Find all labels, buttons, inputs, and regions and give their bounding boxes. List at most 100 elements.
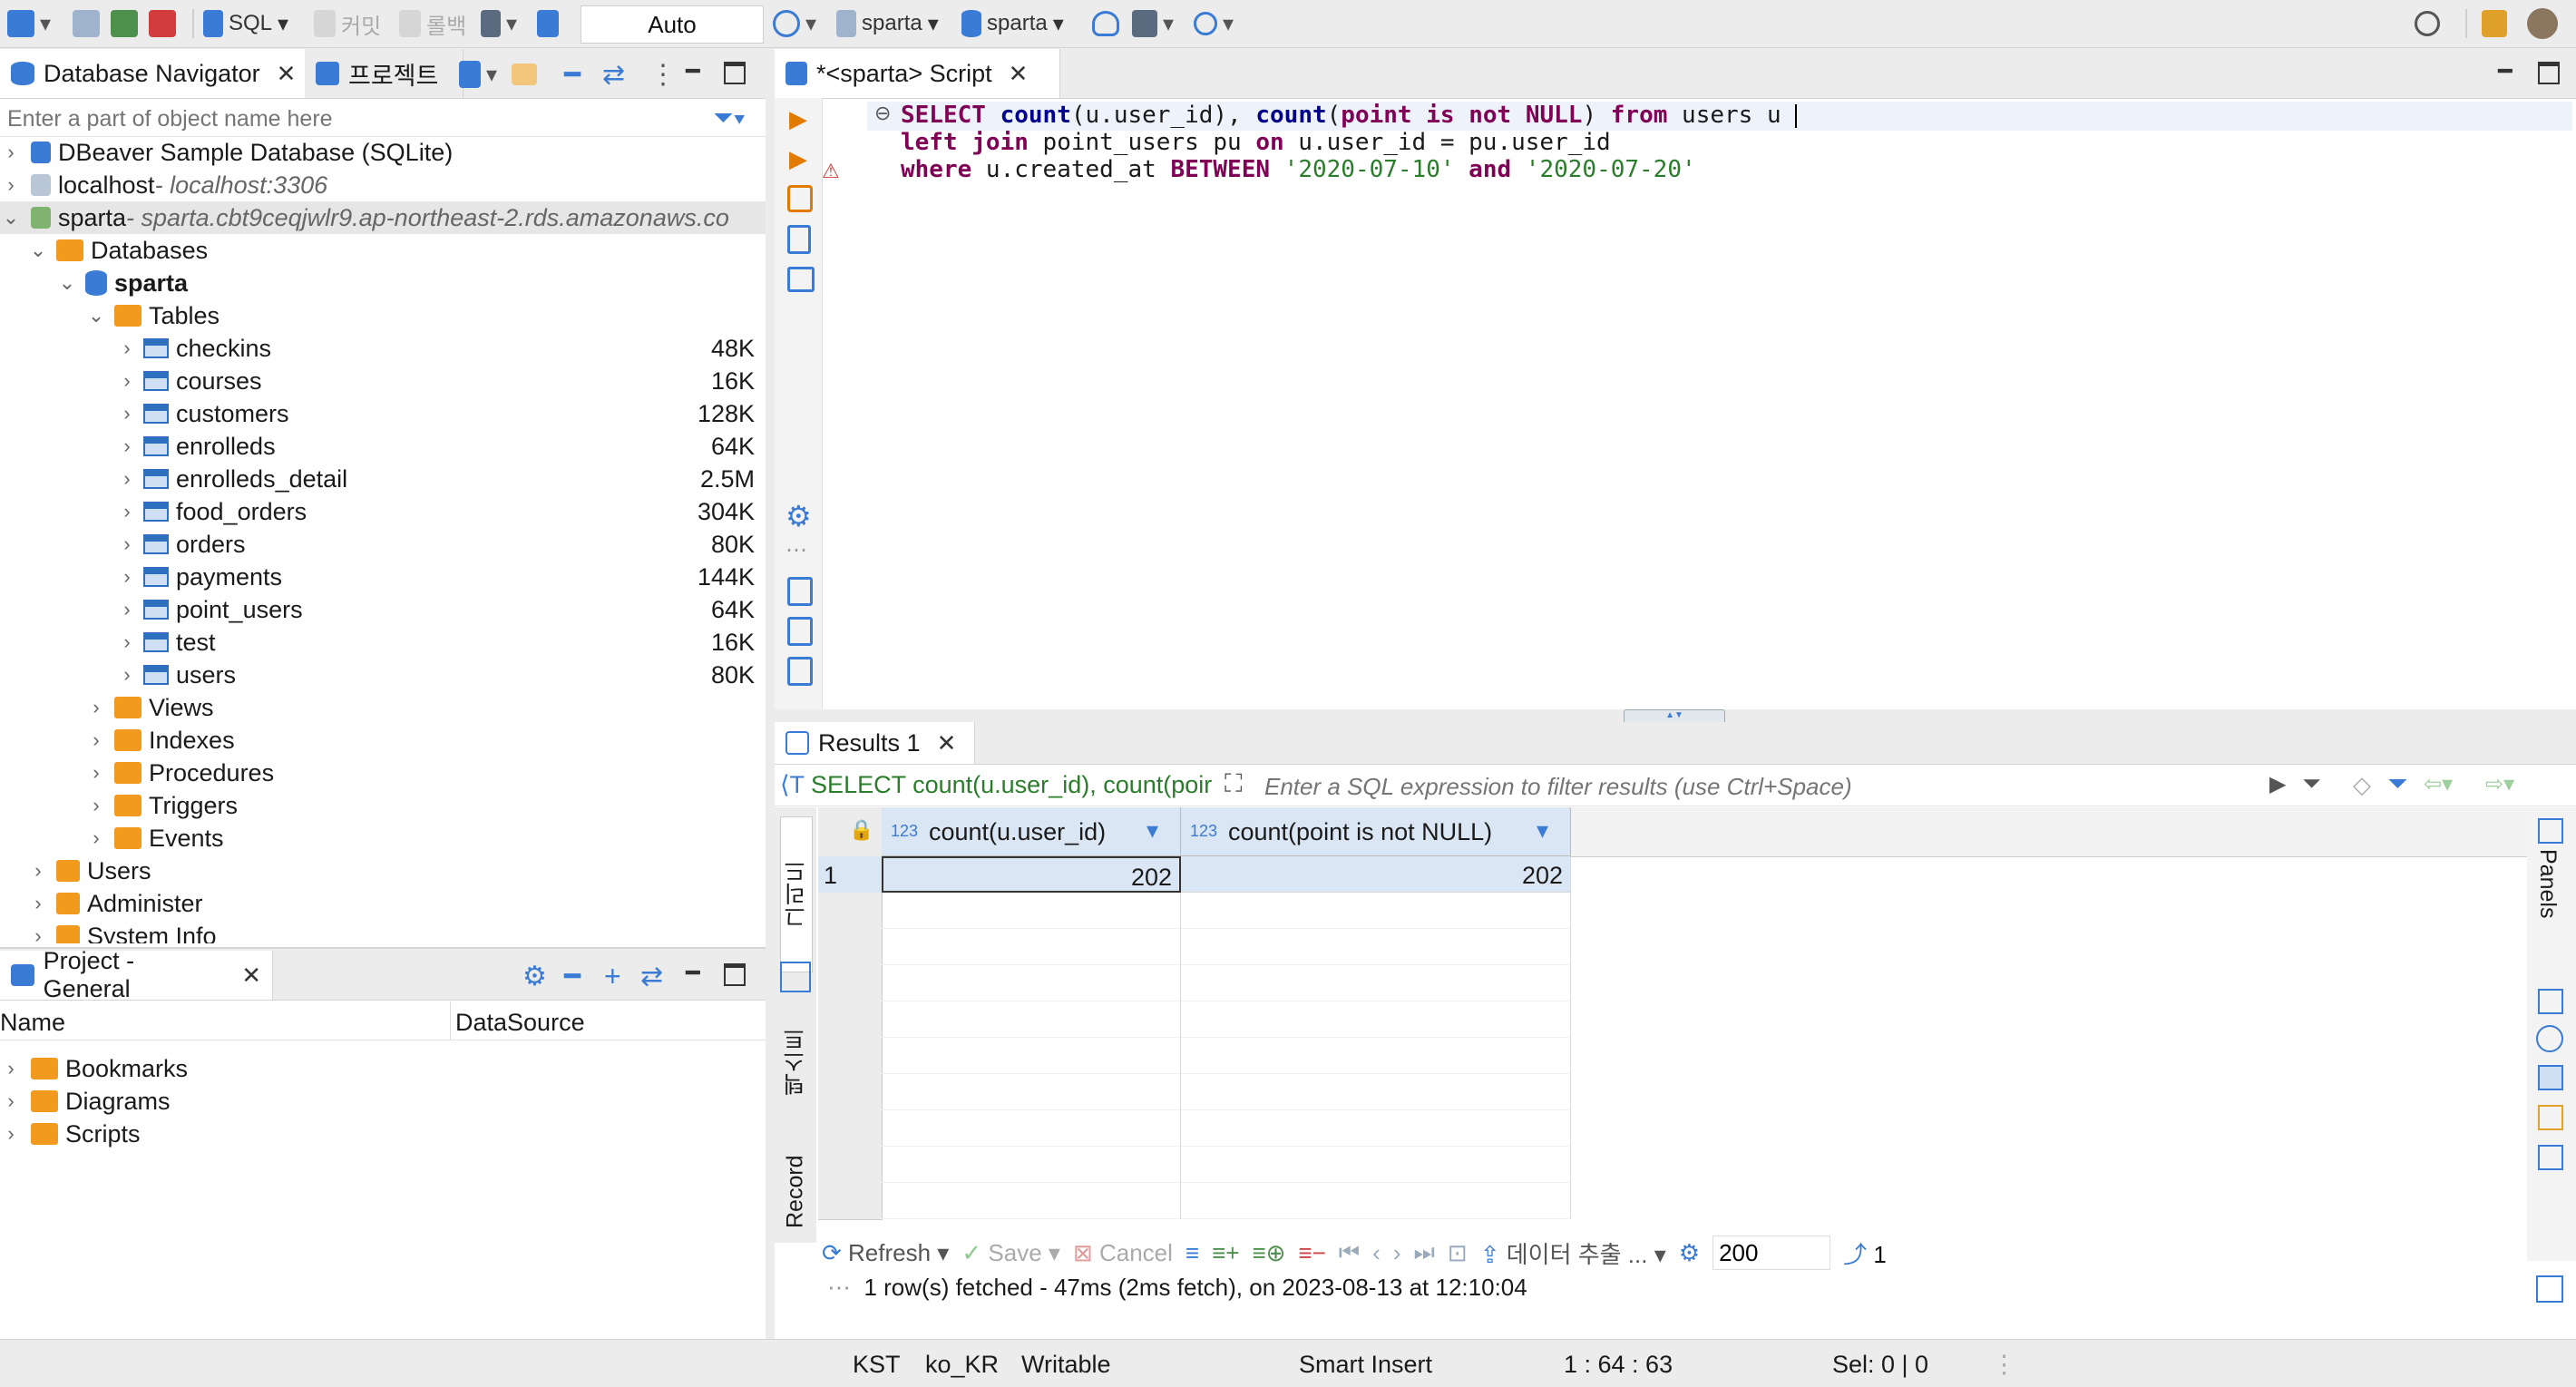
value-viewer-icon[interactable] [2538, 989, 2563, 1014]
code-line-3[interactable]: where u.created_at BETWEEN '2020-07-10' … [901, 156, 1696, 183]
chevron-right-icon[interactable]: › [0, 173, 22, 197]
next-page-button[interactable]: › [1393, 1239, 1401, 1267]
close-icon[interactable]: ✕ [241, 962, 261, 990]
edit-row-button[interactable]: ≡ [1186, 1239, 1199, 1267]
tab-project-general[interactable]: Project - General ✕ [0, 947, 273, 1002]
apply-filter-icon[interactable]: ▶ [2269, 771, 2286, 797]
collapse-all-button[interactable]: ━ [564, 56, 581, 93]
forward-arrow-icon[interactable]: ⇨▾ [2485, 771, 2514, 797]
maximize-button[interactable] [2538, 54, 2560, 91]
chevron-down-icon[interactable]: ⌄ [56, 271, 78, 295]
grid-cell[interactable]: 202 [882, 856, 1181, 893]
column-header[interactable]: 123 count(u.user_id) ▾ [882, 807, 1181, 856]
references-icon[interactable] [2538, 1145, 2563, 1170]
layout-toggle-icon[interactable] [2536, 1275, 2563, 1303]
history-button[interactable]: ▾ [773, 5, 816, 42]
filter-icon[interactable]: ⏷▾ [713, 103, 746, 133]
results-filter-input[interactable] [1263, 771, 2119, 802]
calendar-icon[interactable] [2538, 1065, 2563, 1090]
row-number[interactable]: 1 [818, 856, 883, 894]
execute-in-new-tab-icon[interactable] [787, 185, 813, 212]
filter-history-icon[interactable]: ⏷ [2302, 769, 2321, 798]
dashboard-button[interactable] [1092, 5, 1119, 42]
terminal-icon[interactable] [787, 267, 815, 292]
tab-database-navigator[interactable]: Database Navigator ✕ [0, 49, 313, 98]
project-item[interactable]: › Diagrams [0, 1085, 170, 1118]
folder-node[interactable]: › Indexes [85, 724, 234, 757]
new-connection-button[interactable]: ▾ [7, 5, 51, 42]
prev-page-button[interactable]: ‹ [1372, 1239, 1381, 1267]
refresh-button[interactable]: ⟳ Refresh ▾ [822, 1239, 949, 1267]
tab-sql-script[interactable]: *<sparta> Script ✕ [775, 49, 1060, 98]
sql-editor-button[interactable]: SQL ▾ [203, 5, 288, 42]
chevron-right-icon[interactable]: › [116, 369, 138, 393]
chevron-right-icon[interactable]: › [27, 892, 49, 915]
chevron-right-icon[interactable]: › [116, 598, 138, 621]
project-item[interactable]: › Bookmarks [0, 1052, 188, 1085]
execute-script-icon[interactable]: ▶ [789, 145, 807, 173]
export-script-icon[interactable] [787, 577, 813, 606]
tree-node-connection[interactable]: › DBeaver Sample Database (SQLite) [0, 136, 453, 169]
chevron-right-icon[interactable]: › [85, 794, 107, 817]
disconnect-button[interactable] [149, 5, 176, 42]
close-icon[interactable]: ✕ [277, 60, 297, 88]
lock-button[interactable] [537, 5, 559, 42]
status-timezone[interactable]: KST [853, 1351, 901, 1379]
search-button[interactable]: ▾ [1194, 5, 1234, 42]
folder-node[interactable]: › Views [85, 691, 213, 724]
delete-script-icon[interactable] [787, 617, 813, 646]
chevron-right-icon[interactable]: › [116, 337, 138, 360]
query-preview[interactable]: ⟨T SELECT count(u.user_id), count(poir [780, 771, 1225, 799]
tab-projects[interactable]: 프로젝트 [305, 49, 463, 98]
first-page-button[interactable]: ⏮ [1339, 1238, 1360, 1267]
chevron-right-icon[interactable]: › [116, 663, 138, 687]
tree-node-schema[interactable]: ⌄ sparta [56, 267, 188, 299]
admin-node[interactable]: › Administer [27, 887, 202, 920]
chevron-right-icon[interactable]: › [0, 1089, 22, 1113]
status-insert-mode[interactable]: Smart Insert [1299, 1351, 1432, 1379]
variables-icon[interactable] [787, 657, 813, 686]
filter-icon[interactable]: ⏷ [2387, 769, 2407, 799]
chevron-right-icon[interactable]: › [0, 1122, 22, 1146]
row-count-button[interactable]: ⤴ 1 [1843, 1236, 1887, 1270]
transaction-mode-button[interactable]: ▾ [481, 5, 517, 42]
table-node[interactable]: › enrolleds 64K [116, 430, 766, 463]
folder-node[interactable]: › Triggers [85, 789, 238, 822]
chevron-right-icon[interactable]: › [0, 141, 22, 164]
view-menu-button[interactable]: ⋮ [649, 56, 677, 93]
minimize-button[interactable]: ━ [686, 53, 700, 89]
chevron-right-icon[interactable]: › [85, 826, 107, 850]
chevron-down-icon[interactable]: ⌄ [85, 304, 107, 327]
column-datasource-header[interactable]: DataSource [455, 1009, 585, 1037]
link-editor-button[interactable]: ⇄ [640, 958, 663, 994]
new-folder-button[interactable] [512, 56, 537, 93]
chevron-right-icon[interactable]: › [116, 630, 138, 654]
code-line-1[interactable]: SELECT count(u.user_id), count(point is … [901, 102, 1798, 129]
copy-row-button[interactable]: ≡⊕ [1252, 1239, 1285, 1267]
table-node[interactable]: › customers 128K [116, 397, 766, 430]
table-node[interactable]: › courses 16K [116, 365, 766, 397]
results-settings-button[interactable]: ⚙ [1679, 1239, 1700, 1267]
new-connection-button[interactable]: ▾ [459, 56, 497, 93]
chevron-right-icon[interactable]: › [116, 402, 138, 425]
active-connection-selector[interactable]: sparta ▾ [836, 5, 939, 42]
expand-button[interactable]: + [604, 958, 621, 994]
cancel-button[interactable]: ⊠ Cancel [1073, 1239, 1173, 1267]
code-line-2[interactable]: left join point_users pu on u.user_id = … [901, 129, 1611, 156]
status-selection[interactable]: Sel: 0 | 0 [1832, 1351, 1928, 1379]
navigator-filter-input[interactable] [5, 103, 698, 134]
chevron-right-icon[interactable]: › [85, 696, 107, 719]
metadata-icon[interactable] [2536, 1025, 2563, 1052]
column-divider[interactable] [450, 1001, 451, 1040]
table-node[interactable]: › food_orders 304K [116, 495, 766, 528]
chevron-right-icon[interactable]: › [27, 924, 49, 943]
grouping-icon[interactable] [2538, 1105, 2563, 1130]
maximize-button[interactable] [724, 54, 746, 91]
chevron-right-icon[interactable]: › [116, 467, 138, 491]
transaction-mode-field[interactable]: Auto [581, 5, 764, 44]
admin-node[interactable]: › Users [27, 855, 151, 887]
sort-dropdown-icon[interactable]: ▾ [1147, 816, 1158, 845]
tree-node-connection-selected[interactable]: ⌄ sparta - sparta.cbt9ceqjwlr9.ap-northea… [0, 201, 766, 234]
tab-text-view[interactable]: 텍스트 [780, 994, 811, 1130]
tab-grid-view[interactable]: 그리드 [780, 816, 813, 972]
